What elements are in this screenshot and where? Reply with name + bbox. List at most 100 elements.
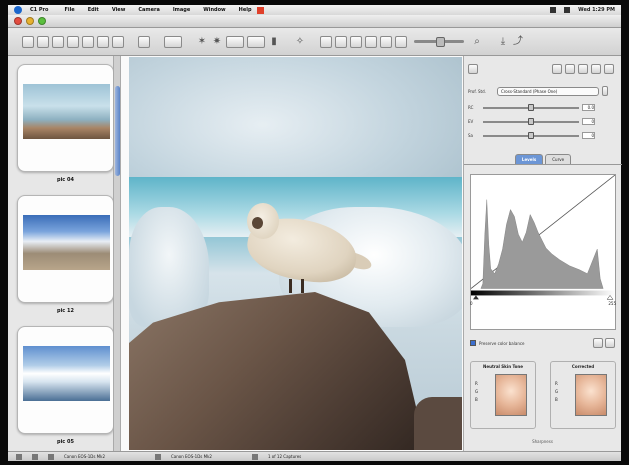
histogram-low-value[interactable]: 0 (470, 301, 473, 306)
fit-button[interactable] (395, 35, 407, 48)
menu-clock[interactable]: Wed 1:29 PM (578, 7, 615, 13)
crop-tool-button[interactable] (335, 35, 347, 48)
slider-knob[interactable] (528, 131, 534, 139)
slider-value[interactable]: 0 (582, 118, 595, 125)
camera-icon (154, 453, 161, 460)
magic-wand-icon[interactable]: ✧ (294, 35, 306, 49)
menu-file[interactable]: File (64, 7, 74, 13)
view-single-button[interactable] (52, 35, 64, 48)
info-button[interactable] (112, 35, 124, 48)
minimize-window-button[interactable] (26, 17, 34, 25)
preserve-label: Preserve color balance (479, 340, 525, 346)
slider-value[interactable]: 0.0 (582, 104, 595, 111)
close-window-button[interactable] (14, 17, 22, 25)
status-next-icon[interactable] (32, 453, 38, 460)
swatch-row: B (555, 397, 558, 402)
thumbnail-card[interactable]: pic 04 (17, 64, 114, 183)
slider-knob[interactable] (528, 117, 534, 125)
tab-levels[interactable]: Levels (514, 154, 544, 164)
profile-label: Prof. Std. (468, 88, 486, 94)
tool-tab-button[interactable] (468, 64, 478, 74)
skin-swatch[interactable] (575, 374, 607, 416)
adjust-icon[interactable]: ✶ (196, 35, 208, 49)
browser-scrollbar[interactable] (113, 56, 120, 451)
camera-icon (48, 453, 54, 460)
straighten-tool-button[interactable] (350, 35, 362, 48)
reset-button[interactable] (247, 35, 265, 48)
profile-value: Cross-Standard (Phase One) (500, 88, 558, 94)
menu-help[interactable]: Help (239, 7, 252, 13)
zoom-slider[interactable] (414, 37, 464, 47)
tool-tab-button[interactable] (552, 64, 562, 74)
zoom-window-button[interactable] (38, 17, 46, 25)
select-tool-button[interactable] (320, 35, 332, 48)
menu-camera[interactable]: Camera (138, 7, 159, 13)
rotate-left-button[interactable] (67, 35, 79, 48)
tool-tab-button[interactable] (578, 64, 588, 74)
view-grid-button[interactable] (22, 35, 34, 48)
menu-window[interactable]: Window (203, 7, 225, 13)
rotate-right-button[interactable] (82, 35, 94, 48)
magnifier-icon[interactable]: ⌕ (471, 35, 483, 49)
capture-button[interactable] (164, 35, 182, 48)
swatch-title: Neutral Skin Tone (483, 364, 523, 369)
apply-button[interactable] (226, 35, 244, 48)
preserve-color-balance[interactable]: Preserve color balance (470, 340, 525, 346)
tab-curve[interactable]: Curve (545, 154, 572, 164)
eyedropper-icon[interactable] (593, 338, 603, 348)
histogram[interactable] (470, 174, 616, 330)
tool-tab-button[interactable] (591, 64, 601, 74)
levels-curve-tabs: Levels Curve (464, 154, 622, 165)
skin-swatch[interactable] (495, 374, 527, 416)
histogram-high-value[interactable]: 255 (608, 301, 616, 306)
help-flag-icon (256, 6, 264, 14)
swatch-row: B (475, 397, 478, 402)
thumbnail-image (23, 84, 110, 139)
download-icon[interactable]: ⤓ (497, 35, 509, 49)
status-count: 1 of 12 Captures (267, 454, 302, 459)
main-toolbar: ✶ ✷ ▮ ✧ ⌕ ⤓ ⤴ (8, 28, 621, 56)
display-icon[interactable] (550, 7, 557, 13)
trash-icon[interactable]: ▮ (268, 35, 280, 49)
window-title-bar (8, 15, 621, 28)
thumbnail-card[interactable]: pic 12 (17, 195, 114, 314)
swatch-row: R (555, 381, 558, 386)
thumbnail-card[interactable]: pic 05 (17, 326, 114, 445)
main-photo[interactable] (129, 57, 462, 450)
exposure-slider[interactable] (483, 117, 579, 125)
tool-tab-button[interactable] (565, 64, 575, 74)
scrollbar-thumb[interactable] (115, 86, 120, 176)
profile-dropdown[interactable]: Cross-Standard (Phase One) (496, 86, 599, 96)
tool-tab-button[interactable] (604, 64, 614, 74)
loupe-tool-button[interactable] (380, 35, 392, 48)
swatch-row: R (475, 381, 478, 386)
slider-knob[interactable] (528, 103, 534, 111)
export-icon[interactable]: ⤴ (512, 35, 524, 49)
menu-image[interactable]: Image (173, 7, 190, 13)
volume-icon[interactable] (564, 7, 571, 13)
apple-menu-icon[interactable] (14, 6, 22, 14)
saturation-slider[interactable] (483, 131, 579, 139)
menu-edit[interactable]: Edit (88, 7, 99, 13)
swatch-row: G (555, 389, 559, 394)
status-camera-mid: Canon EOS-1Ds Mk2 (170, 454, 212, 459)
thumbnail-browser: pic 04 pic 12 pic 05 (8, 56, 121, 451)
add-button[interactable] (138, 35, 150, 48)
white-balance-tool-button[interactable] (365, 35, 377, 48)
copy-settings-icon[interactable]: ✷ (211, 35, 223, 49)
status-prev-icon[interactable] (16, 453, 22, 460)
menu-view[interactable]: View (112, 7, 126, 13)
view-filmstrip-button[interactable] (37, 35, 49, 48)
compare-button[interactable] (97, 35, 109, 48)
eyedropper-icon[interactable] (605, 338, 615, 348)
preserve-checkbox[interactable] (470, 340, 476, 346)
profile-options-button[interactable] (601, 86, 608, 96)
swatch-title: Corrected (571, 364, 595, 369)
image-viewer (121, 56, 463, 451)
thumbnail-image (23, 215, 110, 270)
thumbnail-caption: pic 04 (57, 177, 74, 183)
captures-icon (251, 453, 258, 460)
slider-value[interactable]: 0 (582, 132, 595, 139)
menu-app-name[interactable]: C1 Pro (30, 7, 48, 13)
rc-slider[interactable] (483, 103, 579, 111)
